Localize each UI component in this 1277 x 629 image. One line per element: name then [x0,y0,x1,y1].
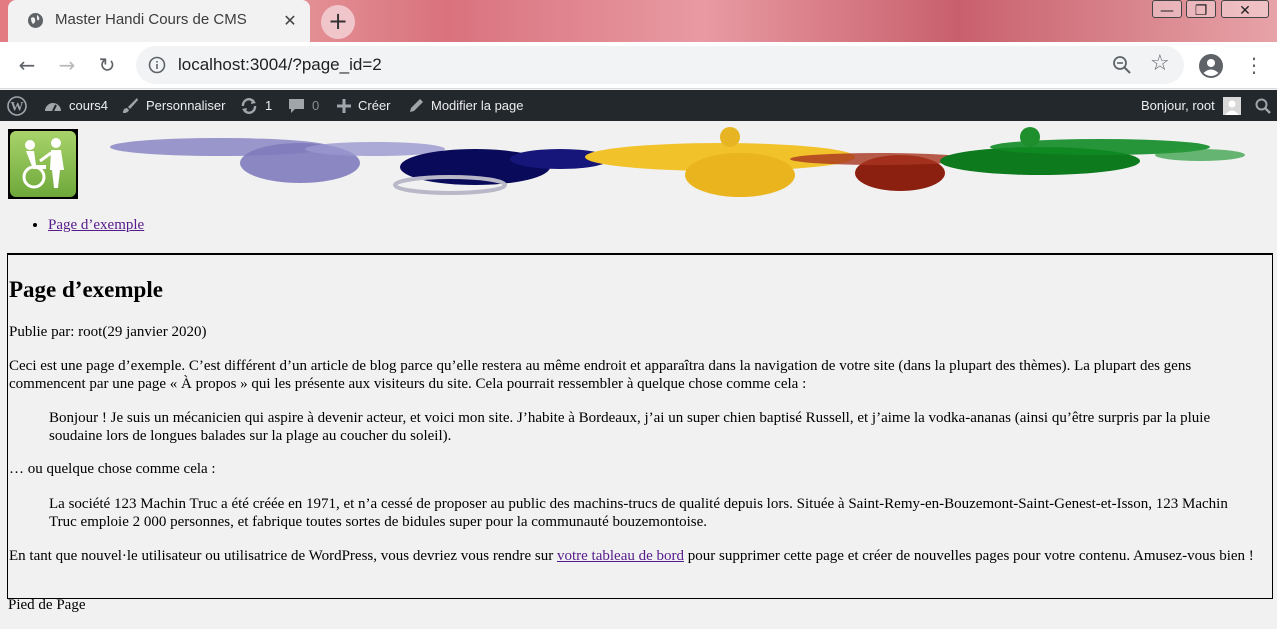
wp-admin-bar: W cours4 Personnaliser 1 0 Créer Modifie… [0,90,1277,121]
plus-icon [337,98,351,113]
info-icon[interactable] [148,56,166,79]
updates-item[interactable]: 1 [240,90,272,121]
plus-icon[interactable]: + [321,5,355,39]
header-banner-image [80,127,1260,201]
comment-icon [288,98,305,114]
maximize-button[interactable]: ❐ [1184,0,1218,22]
minimize-button[interactable]: — [1150,0,1184,22]
page-content: Page d’exemple Page d’exemple Publie par… [0,121,1277,629]
search-icon[interactable] [1255,90,1271,121]
wordpress-icon[interactable]: W [7,90,27,121]
updates-icon [240,97,258,115]
window-close-button[interactable]: ✕ [1219,0,1271,22]
brush-icon [122,97,139,114]
new-item[interactable]: Créer [337,90,391,121]
article-paragraph-2: … ou quelque chose comme cela : [9,461,216,477]
edit-page-label: Modifier la page [431,98,524,113]
zoom-icon[interactable] [1112,55,1132,80]
updates-count: 1 [265,98,273,113]
comments-item[interactable]: 0 [288,90,319,121]
browser-tab-strip: Master Handi Cours de CMS ✕ + — ❐ ✕ [0,0,1277,42]
star-icon[interactable]: ☆ [1150,51,1170,76]
new-label: Créer [358,98,391,113]
greeting-label: Bonjour, root [1141,98,1215,113]
globe-icon [27,12,44,34]
tab-title: Master Handi Cours de CMS [55,11,247,28]
customize-item[interactable]: Personnaliser [122,90,226,121]
dashboard-icon [44,98,62,114]
menu-kebab-icon[interactable]: ⋮ [1244,51,1264,79]
blockquote-2: La société 123 Machin Truc a été créée e… [49,496,1228,530]
edit-page-item[interactable]: Modifier la page [408,90,524,121]
comments-count: 0 [312,98,320,113]
back-icon[interactable]: ← [13,52,41,80]
browser-tab[interactable]: Master Handi Cours de CMS ✕ [8,0,310,42]
address-bar[interactable]: localhost:3004/?page_id=2 ☆ [136,46,1184,84]
paragraph-text: En tant que nouvel·le utilisateur ou uti… [9,548,557,564]
forward-icon[interactable]: → [53,52,81,80]
site-name-item[interactable]: cours4 [44,90,108,121]
reload-icon[interactable]: ↻ [93,52,121,80]
post-meta: Publie par: root(29 janvier 2020) [9,324,207,340]
site-logo[interactable] [8,129,78,199]
avatar [1222,96,1241,115]
svg-text:W: W [11,98,24,113]
accessibility-logo [10,131,76,197]
blockquote-1: Bonjour ! Je suis un mécanicien qui aspi… [49,410,1211,444]
menu-item: Page d’exemple [48,217,144,234]
primary-menu: Page d’exemple [28,217,144,234]
site-name-label: cours4 [69,98,109,113]
close-icon[interactable]: ✕ [280,11,300,31]
customize-label: Personnaliser [146,98,226,113]
edit-icon [408,98,424,114]
menu-item-page-exemple[interactable]: Page d’exemple [48,217,144,233]
site-footer: Pied de Page [8,597,86,613]
browser-toolbar: ← → ↻ localhost:3004/?page_id=2 ☆ ⋮ [0,42,1277,89]
page-article: Page d’exemple Publie par: root(29 janvi… [7,253,1273,599]
account-icon[interactable] [1198,53,1224,84]
article-paragraph-3: En tant que nouvel·le utilisateur ou uti… [9,547,1271,565]
url-text[interactable]: localhost:3004/?page_id=2 [178,55,382,75]
page-title: Page d’exemple [9,277,163,302]
paragraph-text: pour supprimer cette page et créer de no… [684,548,1254,564]
my-account-item[interactable]: Bonjour, root [1141,90,1241,121]
dashboard-link[interactable]: votre tableau de bord [557,548,684,564]
article-paragraph-1: Ceci est une page d’exemple. C’est diffé… [9,358,1192,392]
